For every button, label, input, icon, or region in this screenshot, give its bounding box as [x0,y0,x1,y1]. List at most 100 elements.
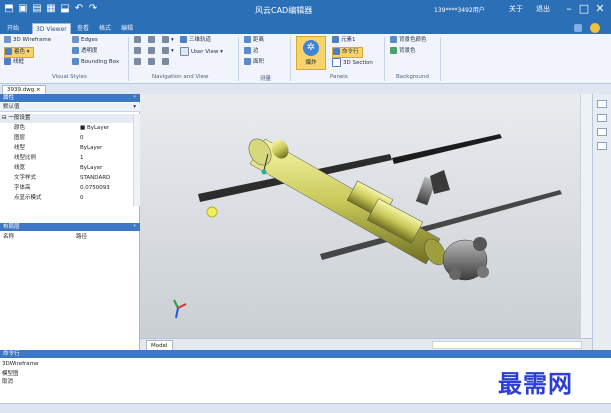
about-button[interactable]: 关于 [509,4,523,14]
prop-name: 文字样式 [14,175,37,181]
fit-button[interactable] [148,47,157,56]
transparent-button[interactable]: 透明度 [72,47,98,56]
redo-icon[interactable]: ↷ [87,3,99,15]
area-icon [244,58,251,65]
orbit-button[interactable]: 三维轨道 [180,36,211,45]
zoom-extents-dropdown[interactable]: ▾ [162,47,174,56]
zoom-window-icon [162,36,169,43]
shaded-icon [5,48,12,55]
transparent-icon [72,47,79,54]
station-node-module [415,170,489,281]
panel-toggle-icon[interactable] [597,128,607,136]
viewport-vertical-scrollbar[interactable] [580,94,592,338]
prop-name: 颜色 [14,125,26,131]
command-line-icon [333,48,340,55]
bg-color-button[interactable]: 背景色颜色 [390,36,427,45]
prop-value[interactable]: 0 [80,134,84,143]
group-label-measure: 测量 [260,76,272,82]
model-tab-bar: Model [140,338,592,352]
panel-toggle-icon[interactable] [597,100,607,108]
measure-distance-button[interactable]: 距离 [244,36,264,45]
app-title: 风云CAD编辑器 [255,6,313,15]
properties-selector[interactable]: 默认值 ▾ [0,103,140,112]
prop-value[interactable]: ByLayer [80,144,102,153]
tab-start[interactable]: 开始 [4,23,22,34]
open-folder-icon[interactable]: ▤ [31,3,43,15]
command-input[interactable] [0,386,450,396]
prop-name: 线型比例 [14,155,37,161]
undo-icon[interactable]: ↶ [73,3,85,15]
properties-section[interactable]: ⊟ 一般设置 [0,114,135,123]
style-icon[interactable] [574,24,582,32]
pin-icon[interactable]: ᵖ [134,223,136,231]
edges-button[interactable]: Edges [72,36,98,45]
group-label-navigation: Navigation and View [152,74,209,80]
3d-viewport[interactable] [140,94,592,350]
tab-view[interactable]: 查看 [74,23,92,34]
props-button[interactable]: 元素1 [332,36,356,45]
zoom-dropdown[interactable]: ▾ [162,36,174,45]
command-line-button[interactable]: 命令行 [332,47,363,58]
panel-toggle-icon[interactable] [597,114,607,122]
group-separator [128,37,129,81]
export-icon[interactable]: ⬓ [59,3,71,15]
fit-icon [148,47,155,54]
layers-col-name: 名称 [3,234,15,240]
prop-value[interactable]: ■ ByLayer [80,124,132,133]
chevron-down-icon: ▾ [133,104,136,110]
section-button[interactable]: 3D Section [332,58,373,67]
save-icon[interactable]: ▣ [17,3,29,15]
zoom-button[interactable] [148,36,157,45]
tab-edit[interactable]: 编辑 [118,23,136,34]
prop-value[interactable]: 0 [80,194,84,203]
pin-icon[interactable]: ᵖ [134,94,136,102]
maximize-icon[interactable]: □ [578,2,590,15]
command-header: 命令行 [0,350,611,358]
view-cube-button[interactable] [134,47,143,56]
exit-button[interactable]: 退出 [536,4,550,14]
orbit-icon [180,36,187,43]
print-icon[interactable]: ▦ [45,3,57,15]
bg-button[interactable]: 背景色 [390,47,416,56]
title-bar: ⬒ ▣ ▤ ▦ ⬓ ↶ ↷ 风云CAD编辑器 139****3492用户 关于 … [0,0,611,22]
outline-button[interactable]: 线框 [4,58,24,67]
group-separator [440,37,441,81]
user-view-dropdown[interactable]: User View ▾ [180,47,223,56]
prop-value[interactable]: 0.0750093 [80,184,110,193]
prop-value[interactable]: ByLayer [80,164,102,173]
command-history-line: 3DWireframe [2,361,39,367]
horizontal-scrollbar[interactable] [432,341,582,349]
help-icon[interactable] [590,23,600,33]
ruler-icon [244,36,251,43]
close-doc-icon[interactable]: × [36,87,41,93]
panel-toggle-icon[interactable] [597,142,607,150]
pivot-marker-icon[interactable] [206,206,218,218]
close-icon[interactable]: ✕ [594,2,606,15]
bounding-box-button[interactable]: Bounding Box [72,58,119,67]
palette-icon [390,36,397,43]
background-icon [390,47,397,54]
measure-area-button[interactable]: 面积 [244,58,264,67]
ribbon-tabs: 开始 3D Viewer 查看 格式 编辑 [0,22,611,35]
model-canvas[interactable] [140,94,592,338]
tab-format[interactable]: 格式 [96,23,114,34]
shaded-button[interactable]: 着色 ▾ [4,47,34,58]
refresh-button[interactable] [162,58,171,67]
ribbon: 3D Wireframe 着色 ▾ 线框 Edges 透明度 Bounding … [0,34,611,84]
watermark-logo: 最需网 [498,369,573,398]
pan-button[interactable] [134,36,143,45]
user-info[interactable]: 139****3492用户 [434,5,485,14]
prop-value[interactable]: STANDARD [80,174,110,183]
explode-button[interactable]: ✲ 爆炸 [296,36,326,70]
properties-header: 属性 ᵖ [0,94,140,102]
prop-name: 图层 [14,135,26,141]
properties-scrollbar[interactable] [133,114,140,206]
walk-button[interactable] [134,58,143,67]
rotate-button[interactable] [148,58,157,67]
measure-edge-button[interactable]: 边 [244,47,259,56]
minimize-icon[interactable]: – [563,2,575,15]
wireframe-button[interactable]: 3D Wireframe [4,36,51,45]
group-label-background: Background [396,74,429,80]
prop-value[interactable]: 1 [80,154,84,163]
zoom-icon [148,36,155,43]
